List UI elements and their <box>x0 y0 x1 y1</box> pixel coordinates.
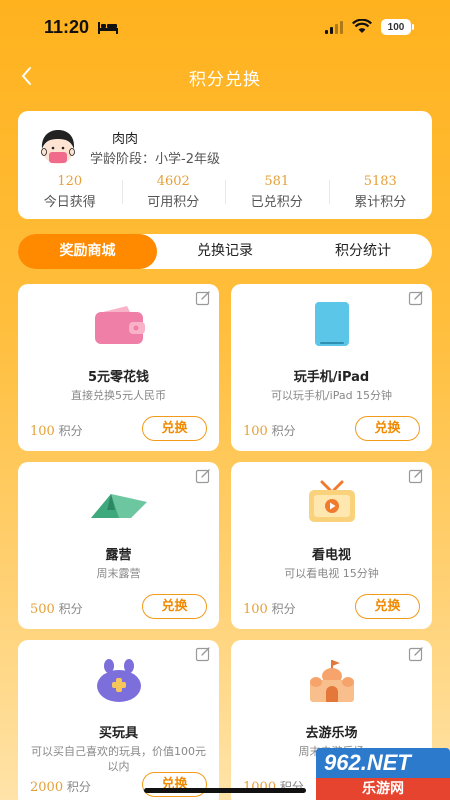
signal-icon <box>325 21 343 34</box>
reward-price: 2000 积分 <box>30 778 91 795</box>
reward-title: 看电视 <box>311 548 351 563</box>
price-unit: 积分 <box>66 780 91 794</box>
reward-card[interactable]: 露营 周末露营 500 积分 兑换 <box>18 462 219 629</box>
profile-card: 肉肉 学龄阶段：小学-2年级 120 今日获得 4602 可用积分 581 已兑… <box>18 111 432 219</box>
battery-indicator: 100 <box>381 19 414 35</box>
tablet-icon <box>314 302 349 346</box>
redeem-button[interactable]: 兑换 <box>355 416 420 441</box>
reward-title: 玩手机/iPad <box>293 370 370 385</box>
price-unit: 积分 <box>271 424 296 438</box>
stat-redeemed: 581 已兑积分 <box>225 174 329 210</box>
stat-value: 5183 <box>363 174 397 189</box>
reward-title: 露营 <box>105 548 132 563</box>
stat-value: 4602 <box>156 174 190 189</box>
redeem-button[interactable]: 兑换 <box>142 416 207 441</box>
avatar <box>36 125 80 169</box>
bed-icon <box>98 22 118 34</box>
reward-card[interactable]: 5元零花钱 直接兑换5元人民币 100 积分 兑换 <box>18 284 219 451</box>
tab-points-stats[interactable]: 积分统计 <box>294 234 432 269</box>
wallet-icon <box>94 306 145 344</box>
stat-available: 4602 可用积分 <box>121 174 226 210</box>
points-stats: 120 今日获得 4602 可用积分 581 已兑积分 5183 累计积分 <box>18 174 432 210</box>
reward-title: 5元零花钱 <box>87 370 150 385</box>
tab-reward-store[interactable]: 奖励商城 <box>18 234 157 269</box>
stat-value: 120 <box>57 174 83 189</box>
watermark-domain: 962.NET <box>316 748 450 778</box>
nav-bar: 积分兑换 <box>0 58 450 94</box>
price-unit: 积分 <box>58 424 83 438</box>
edit-icon[interactable] <box>408 290 424 306</box>
stat-label: 今日获得 <box>43 195 96 210</box>
status-bar: 11:20 100 <box>0 0 450 52</box>
edit-icon[interactable] <box>195 290 211 306</box>
edit-icon[interactable] <box>195 468 211 484</box>
stat-total: 5183 累计积分 <box>328 174 433 210</box>
user-name: 肉肉 <box>112 132 139 147</box>
reward-desc: 可以看电视 15分钟 <box>284 567 379 580</box>
stat-today: 120 今日获得 <box>18 174 122 210</box>
reward-price: 100 积分 <box>30 422 83 439</box>
reward-price: 100 积分 <box>243 600 296 617</box>
edit-icon[interactable] <box>408 646 424 662</box>
edit-icon[interactable] <box>408 468 424 484</box>
reward-desc: 直接兑换5元人民币 <box>71 389 166 402</box>
redeem-button[interactable]: 兑换 <box>355 594 420 619</box>
home-indicator <box>144 788 306 793</box>
reward-card[interactable]: 买玩具 可以买自己喜欢的玩具，价值100元以内 2000 积分 兑换 <box>18 640 219 800</box>
price-value: 500 <box>30 602 55 617</box>
tab-bar: 奖励商城 兑换记录 积分统计 <box>18 234 432 269</box>
redeem-button[interactable]: 兑换 <box>142 772 207 797</box>
reward-title: 去游乐场 <box>305 726 358 741</box>
watermark-brand: 乐游网 <box>316 778 450 800</box>
page-title: 积分兑换 <box>189 70 261 90</box>
price-value: 100 <box>243 424 268 439</box>
reward-card[interactable]: 玩手机/iPad 可以玩手机/iPad 15分钟 100 积分 兑换 <box>231 284 432 451</box>
reward-desc: 周末露营 <box>96 567 141 580</box>
edit-icon[interactable] <box>195 646 211 662</box>
wifi-icon <box>352 19 372 33</box>
grade-label: 学龄阶段：小学-2年级 <box>90 152 220 167</box>
site-watermark: 962.NET 乐游网 <box>316 748 450 800</box>
status-time: 11:20 <box>44 17 90 37</box>
price-value: 2000 <box>30 780 64 795</box>
stat-label: 可用积分 <box>147 195 200 210</box>
reward-title: 买玩具 <box>98 726 138 741</box>
reward-desc: 可以买自己喜欢的玩具，价值100元以内 <box>31 745 206 773</box>
reward-price: 500 积分 <box>30 600 83 617</box>
toy-icon <box>96 659 141 702</box>
stat-value: 581 <box>264 174 290 189</box>
reward-desc: 可以玩手机/iPad 15分钟 <box>270 389 393 402</box>
price-unit: 积分 <box>271 602 296 616</box>
tent-icon <box>90 494 147 518</box>
price-value: 100 <box>243 602 268 617</box>
stat-label: 已兑积分 <box>250 195 303 210</box>
castle-icon <box>309 660 354 702</box>
price-unit: 积分 <box>58 602 83 616</box>
tv-icon <box>308 480 355 522</box>
reward-price: 100 积分 <box>243 422 296 439</box>
redeem-button[interactable]: 兑换 <box>142 594 207 619</box>
price-value: 100 <box>30 424 55 439</box>
tab-redeem-history[interactable]: 兑换记录 <box>163 234 287 269</box>
stat-label: 累计积分 <box>354 195 407 210</box>
reward-card[interactable]: 看电视 可以看电视 15分钟 100 积分 兑换 <box>231 462 432 629</box>
